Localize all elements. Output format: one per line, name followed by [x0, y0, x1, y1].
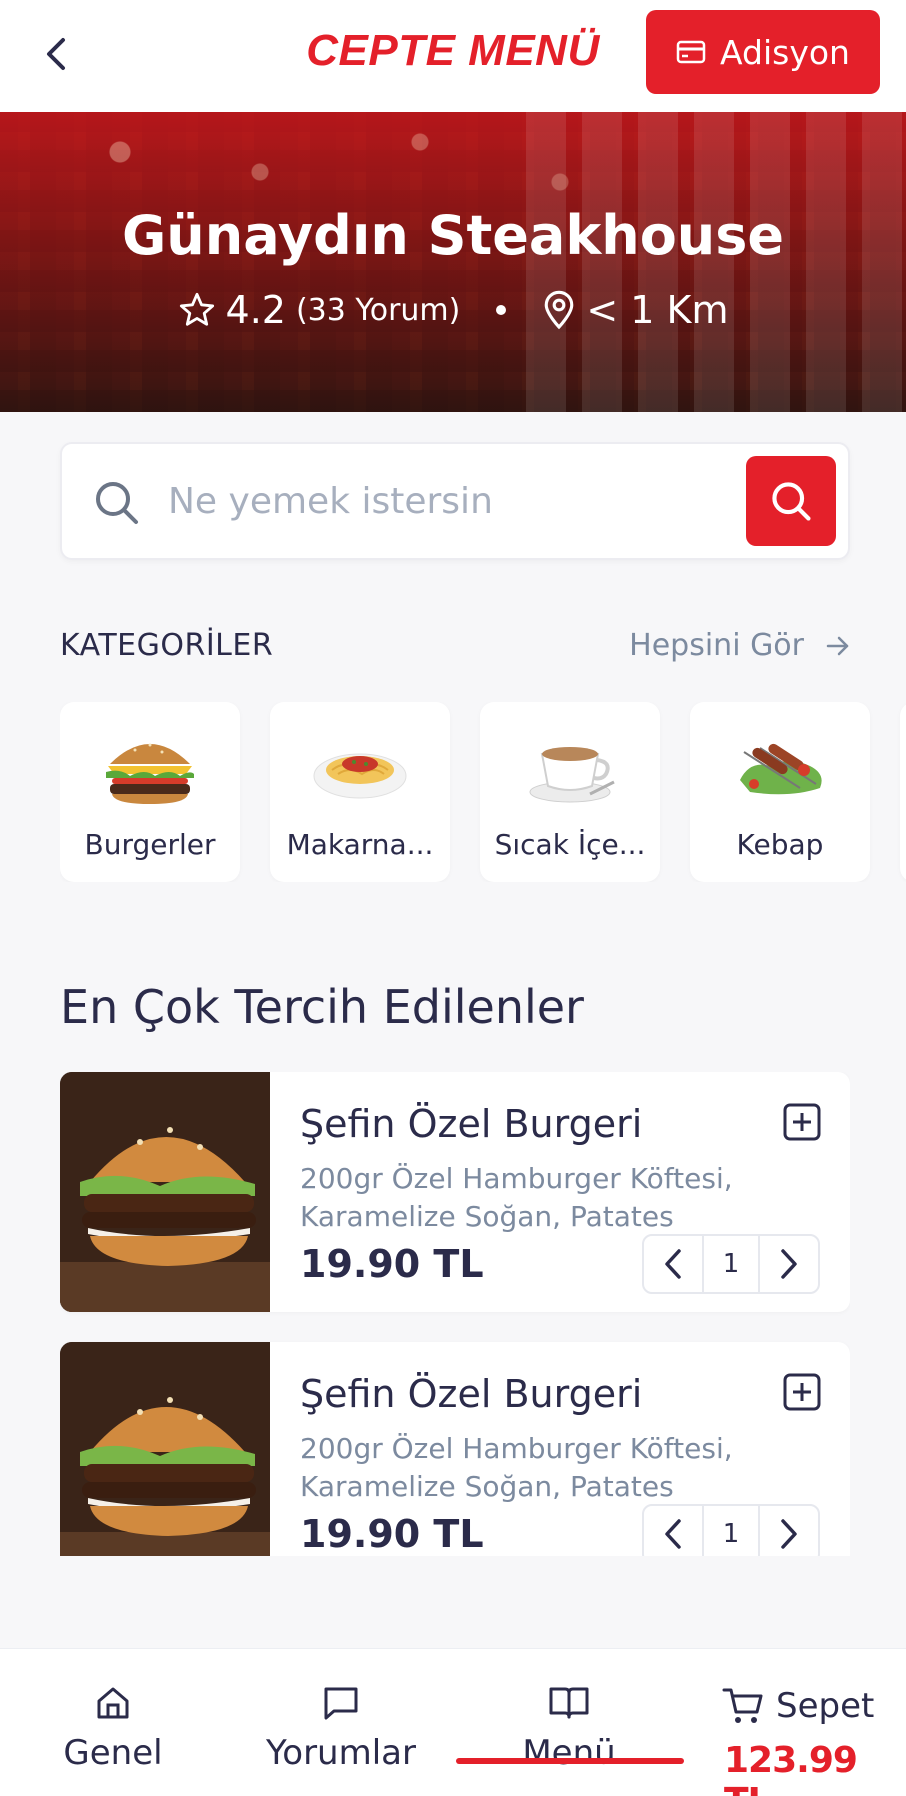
product-card[interactable]: Şefin Özel Burgeri 200gr Özel Hamburger …: [60, 1072, 850, 1312]
cart-total: 123.99 TL: [724, 1740, 858, 1796]
category-card-more[interactable]: [900, 702, 906, 882]
quantity-value: 1: [702, 1236, 760, 1292]
product-description-line: Karamelize Soğan, Patates: [300, 1470, 674, 1503]
product-price: 19.90 TL: [300, 1512, 484, 1556]
cart-button[interactable]: Sepet 123.99 TL: [706, 1648, 906, 1796]
product-card[interactable]: Şefin Özel Burgeri 200gr Özel Hamburger …: [60, 1342, 850, 1556]
category-list: Burgerler Makarna... Sıcak İçe... Kebap: [60, 702, 906, 882]
cart-icon: [722, 1688, 763, 1723]
rating-value: 4.2: [225, 288, 286, 332]
product-description-line: Karamelize Soğan, Patates: [300, 1200, 674, 1233]
product-name: Şefin Özel Burgeri: [300, 1372, 643, 1416]
popular-list: Şefin Özel Burgeri 200gr Özel Hamburger …: [60, 1072, 850, 1556]
restaurant-hero: Günaydın Steakhouse 4.2 (33 Yorum) < 1 K…: [0, 112, 906, 412]
pasta-icon: [313, 753, 407, 799]
quantity-stepper: 1: [642, 1504, 820, 1556]
message-icon: [324, 1687, 358, 1720]
add-to-cart-icon[interactable]: [782, 1102, 822, 1142]
search-icon: [96, 482, 138, 524]
product-price: 19.90 TL: [300, 1242, 484, 1286]
category-label: Kebap: [736, 828, 824, 861]
nav-label: Genel: [63, 1733, 163, 1773]
adisyon-button[interactable]: Adisyon: [646, 10, 880, 94]
separator-dot: [496, 305, 507, 315]
nav-item-yorumlar[interactable]: Yorumlar: [228, 1649, 454, 1796]
coffee-cup-icon: [529, 747, 615, 803]
distance: < 1 Km: [586, 288, 729, 332]
category-label: Burgerler: [84, 828, 216, 861]
restaurant-meta: 4.2 (33 Yorum) < 1 Km: [0, 288, 906, 332]
search-input[interactable]: [168, 468, 688, 534]
product-name: Şefin Özel Burgeri: [300, 1102, 643, 1146]
search-icon: [772, 482, 811, 521]
chevron-right-icon: [781, 1519, 797, 1549]
product-description: 200gr Özel Hamburger Köftesi, Karamelize…: [300, 1160, 760, 1236]
add-to-cart-icon[interactable]: [782, 1372, 822, 1412]
product-description-line: 200gr Özel Hamburger Köftesi,: [300, 1162, 733, 1195]
star-icon: [179, 292, 214, 326]
chevron-left-icon: [665, 1519, 681, 1549]
restaurant-name: Günaydın Steakhouse: [121, 204, 785, 267]
category-card-burgerler[interactable]: Burgerler: [60, 702, 240, 882]
search-button[interactable]: [746, 456, 836, 546]
nav-item-menu[interactable]: Menü: [456, 1649, 682, 1796]
burger-photo: [60, 1342, 270, 1556]
book-open-icon: [549, 1687, 589, 1719]
kebab-icon: [740, 743, 822, 795]
burger-icon: [106, 743, 194, 804]
search-bar: [60, 442, 850, 560]
nav-label: Menü: [522, 1733, 616, 1773]
quantity-stepper: 1: [642, 1234, 820, 1294]
category-card-makarna[interactable]: Makarna...: [270, 702, 450, 882]
cart-label: Sepet: [776, 1686, 875, 1726]
product-description: 200gr Özel Hamburger Köftesi, Karamelize…: [300, 1430, 760, 1506]
active-tab-indicator: [456, 1758, 684, 1764]
review-count: (33 Yorum): [295, 292, 461, 328]
chevron-right-icon: [781, 1249, 797, 1279]
decrease-button[interactable]: [644, 1506, 702, 1556]
top-bar: CEPTE MENÜ Adisyon: [0, 0, 906, 112]
arrow-right-icon: [826, 636, 849, 655]
category-card-kebap[interactable]: Kebap: [690, 702, 870, 882]
adisyon-label: Adisyon: [720, 32, 850, 72]
see-all-link[interactable]: Hepsini Gör: [629, 628, 850, 663]
popular-section-title: En Çok Tercih Edilenler: [60, 980, 584, 1034]
category-card-sicak-icecek[interactable]: Sıcak İçe...: [480, 702, 660, 882]
product-description-line: 200gr Özel Hamburger Köftesi,: [300, 1432, 733, 1465]
home-icon: [97, 1687, 129, 1719]
category-label: Makarna...: [286, 828, 434, 861]
burger-photo: [60, 1072, 270, 1312]
see-all-label: Hepsini Gör: [629, 628, 804, 663]
decrease-button[interactable]: [644, 1236, 702, 1292]
location-pin-icon: [545, 290, 574, 330]
nav-item-genel[interactable]: Genel: [0, 1649, 226, 1796]
nav-label: Yorumlar: [266, 1733, 416, 1773]
quantity-value: 1: [702, 1506, 760, 1556]
increase-button[interactable]: [760, 1506, 818, 1556]
categories-title: KATEGORİLER: [60, 628, 274, 663]
credit-card-icon: [676, 40, 706, 64]
chevron-left-icon: [665, 1249, 681, 1279]
increase-button[interactable]: [760, 1236, 818, 1292]
category-label: Sıcak İçe...: [494, 828, 646, 861]
